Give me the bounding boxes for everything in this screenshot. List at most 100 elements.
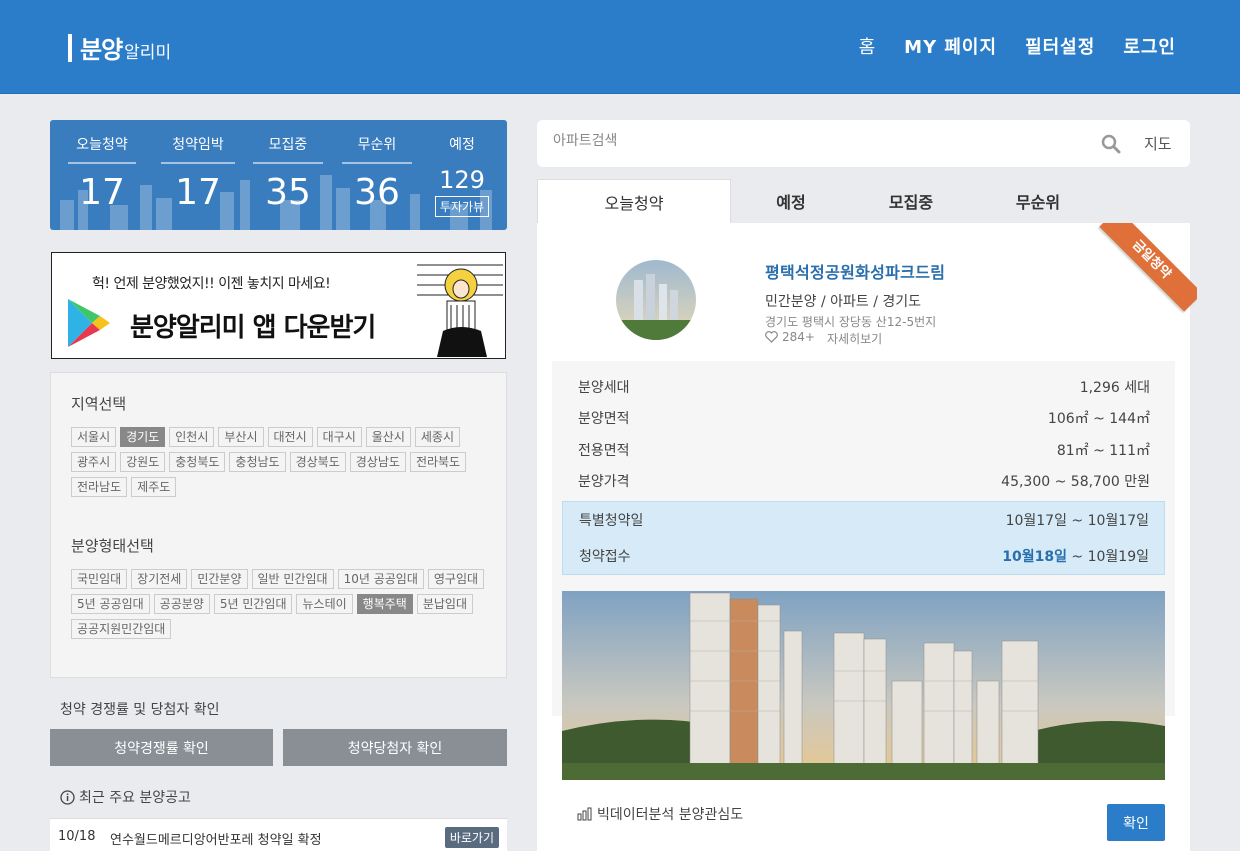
logo[interactable]: 분양 알리미 [68, 30, 171, 65]
apartment-search-input[interactable] [553, 133, 1073, 149]
like-button[interactable]: 284+ [765, 330, 815, 344]
notice-text: 연수월드메르디앙어반포레 청약일 확정 [110, 833, 322, 848]
info-key: 분양가격 [578, 474, 630, 490]
stat-value: 36 [354, 172, 400, 213]
apply-start-date: 10월18일 [1002, 549, 1067, 565]
competition-rate-button[interactable]: 청약경쟁률 확인 [50, 729, 273, 766]
region-chip[interactable]: 경상남도 [349, 452, 406, 472]
region-chip[interactable]: 전라북도 [409, 452, 467, 472]
region-chip[interactable]: 서울시 [71, 427, 117, 447]
region-chip[interactable]: 제주도 [131, 477, 177, 497]
listing-title[interactable]: 평택석정공원화성파크드림 [765, 259, 945, 283]
sale-type-chip[interactable]: 민간분양 [191, 569, 248, 589]
stat-value: 129 [439, 166, 485, 194]
filter-panel: 지역선택 서울시 경기도 인천시 부산시 대전시 대구시 울산시 세종시 광주시… [50, 372, 507, 678]
region-chip[interactable]: 울산시 [365, 427, 411, 447]
sale-type-chip[interactable]: 공공지원민간임대 [71, 619, 172, 639]
apartment-thumbnail-image [616, 260, 696, 340]
sale-type-chip[interactable]: 분납임대 [416, 594, 473, 614]
sale-type-chip[interactable]: 일반 민간임대 [251, 569, 334, 589]
region-chip[interactable]: 인천시 [169, 427, 215, 447]
sale-type-chip[interactable]: 공공분양 [153, 594, 210, 614]
tab-unranked[interactable]: 무순위 [971, 179, 1105, 223]
region-chip[interactable]: 대구시 [316, 427, 362, 447]
map-link[interactable]: 지도 [1144, 133, 1172, 154]
listing-thumbnail[interactable] [616, 260, 696, 340]
info-key: 청약접수 [579, 549, 631, 565]
info-value: 81㎡ ~ 111㎡ [1056, 443, 1150, 459]
sale-type-chip[interactable]: 뉴스테이 [296, 594, 353, 614]
investment-view-tag[interactable]: 투자가뷰 [434, 196, 490, 217]
today-ribbon: 금일청약 [1097, 223, 1197, 323]
sale-type-chip[interactable]: 5년 민간임대 [213, 594, 293, 614]
stat-label: 청약임박 [161, 134, 235, 164]
region-chip[interactable]: 세종시 [414, 427, 460, 447]
schedule-highlight: 특별청약일 10월17일 ~ 10월17일 청약접수 10월18일 ~ 10월1… [562, 501, 1165, 575]
banner-tagline: 헉! 언제 분양했었지!! 이젠 놓치지 마세요! [92, 276, 331, 292]
region-chip[interactable]: 강원도 [120, 452, 166, 472]
sale-type-chip[interactable]: 영구임대 [427, 569, 485, 589]
banner-character-illustration [417, 264, 503, 357]
stats-panel: 오늘청약 17 청약임박 17 모집중 35 무순위 36 예정 129 투자가… [50, 120, 507, 230]
details-link[interactable]: 자세히보기 [827, 330, 882, 347]
info-value: 106㎡ ~ 144㎡ [1047, 411, 1150, 427]
notice-go-button[interactable]: 바로가기 [444, 827, 499, 848]
stat-label: 예정 [449, 137, 475, 153]
notice-row[interactable]: 10/18 연수월드메르디앙어반포레 청약일 확정 바로가기 [50, 818, 507, 851]
tab-today[interactable]: 오늘청약 [537, 179, 731, 223]
region-chip[interactable]: 충청북도 [169, 452, 226, 472]
google-play-icon [68, 299, 110, 347]
apply-date-value: 10월18일 ~ 10월19일 [1002, 546, 1149, 566]
stat-imminent[interactable]: 청약임박 17 [161, 134, 235, 213]
nav-filter[interactable]: 필터설정 [1025, 33, 1095, 59]
region-chip[interactable]: 광주시 [71, 452, 117, 472]
region-chip[interactable]: 충청남도 [229, 452, 286, 472]
stat-label: 무순위 [342, 134, 412, 164]
notices-heading: 최근 주요 분양공고 [60, 787, 191, 807]
ribbon-label: 금일청약 [1099, 223, 1197, 312]
main-nav: 홈 MY 페이지 필터설정 로그인 [859, 33, 1176, 59]
info-value: 1,296 세대 [1079, 380, 1150, 396]
tab-recruiting[interactable]: 모집중 [851, 179, 971, 223]
sale-type-chip[interactable]: 장기전세 [131, 569, 188, 589]
bar-chart-icon [577, 807, 592, 821]
stat-today[interactable]: 오늘청약 17 [68, 134, 136, 213]
notice-date: 10/18 [58, 829, 96, 844]
region-chip[interactable]: 전라남도 [71, 477, 128, 497]
nav-mypage[interactable]: MY 페이지 [904, 33, 997, 59]
listing-type: 민간분양 / 아파트 / 경기도 [765, 294, 922, 310]
sale-type-chip[interactable]: 10년 공공임대 [337, 569, 424, 589]
logo-bar [68, 33, 72, 62]
stat-recruiting[interactable]: 모집중 35 [253, 134, 323, 213]
confirm-button[interactable]: 확인 [1107, 804, 1165, 841]
stat-label: 모집중 [253, 134, 323, 164]
apply-end-date: ~ 10월19일 [1066, 549, 1149, 565]
logo-main: 분양 [80, 36, 123, 64]
info-key: 특별청약일 [579, 513, 644, 529]
info-value: 45,300 ~ 58,700 만원 [1001, 474, 1150, 490]
region-chip[interactable]: 부산시 [218, 427, 264, 447]
region-chip-selected[interactable]: 경기도 [120, 427, 166, 447]
region-chip[interactable]: 경상북도 [289, 452, 346, 472]
app-download-banner[interactable]: 헉! 언제 분양했었지!! 이젠 놓치지 마세요! 분양알리미 앱 다운받기 [51, 252, 506, 359]
stat-label: 오늘청약 [68, 134, 136, 164]
search-icon[interactable] [1101, 134, 1121, 154]
listing-photo[interactable] [562, 591, 1165, 780]
tab-planned[interactable]: 예정 [731, 179, 851, 223]
nav-home[interactable]: 홈 [859, 33, 877, 59]
like-count: 284+ [782, 330, 815, 344]
sale-type-chip-selected[interactable]: 행복주택 [356, 594, 413, 614]
stat-unranked[interactable]: 무순위 36 [342, 134, 412, 213]
region-chips: 서울시 경기도 인천시 부산시 대전시 대구시 울산시 세종시 광주시 강원도 … [71, 427, 491, 497]
stat-value: 35 [265, 172, 311, 213]
info-icon [60, 789, 75, 805]
winner-check-button[interactable]: 청약당첨자 확인 [283, 729, 507, 766]
stat-planned[interactable]: 예정 129 투자가뷰 [430, 134, 494, 217]
sale-type-chips: 국민임대 장기전세 민간분양 일반 민간임대 10년 공공임대 영구임대 5년 … [71, 569, 491, 639]
notices-title: 최근 주요 분양공고 [79, 790, 191, 806]
region-chip[interactable]: 대전시 [267, 427, 313, 447]
sale-type-chip[interactable]: 5년 공공임대 [71, 594, 150, 614]
nav-login[interactable]: 로그인 [1123, 33, 1176, 59]
info-key: 분양세대 [578, 380, 630, 396]
sale-type-chip[interactable]: 국민임대 [71, 569, 128, 589]
